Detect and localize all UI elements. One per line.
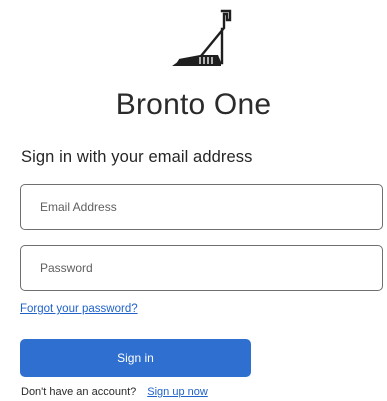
sign-in-button[interactable]: Sign in <box>20 339 251 377</box>
sign-up-link[interactable]: Sign up now <box>147 386 208 398</box>
sign-in-heading: Sign in with your email address <box>21 148 253 166</box>
forgot-password-link[interactable]: Forgot your password? <box>20 303 138 315</box>
dinosaur-logo-icon <box>172 9 232 66</box>
signup-prompt: Don't have an account? <box>21 386 137 398</box>
app-title: Bronto One <box>115 88 272 121</box>
email-field[interactable] <box>20 184 383 230</box>
password-field[interactable] <box>20 245 383 291</box>
sign-in-page: Bronto One Sign in with your email addre… <box>0 0 387 401</box>
signup-row: Don't have an account? Sign up now <box>21 386 208 398</box>
